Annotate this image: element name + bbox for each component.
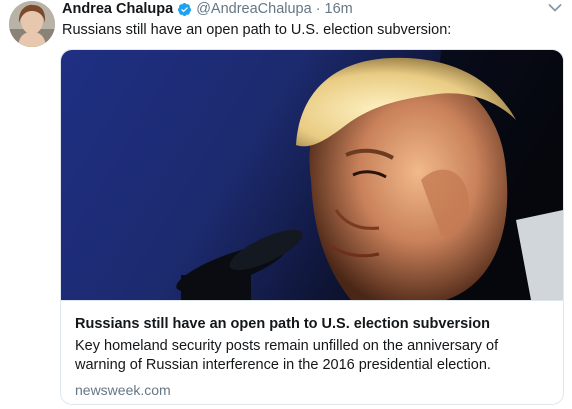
tweet-header: Andrea Chalupa @AndreaChalupa · 16m [62, 0, 353, 18]
author-name[interactable]: Andrea Chalupa [62, 0, 173, 18]
tweet-text: Russians still have an open path to U.S.… [62, 22, 452, 38]
link-card[interactable]: Russians still have an open path to U.S.… [60, 49, 564, 405]
chevron-down-icon[interactable] [548, 3, 562, 13]
card-domain: newsweek.com [75, 382, 171, 398]
card-body: Russians still have an open path to U.S.… [61, 300, 563, 404]
card-title: Russians still have an open path to U.S.… [75, 316, 490, 332]
timestamp[interactable]: 16m [325, 0, 353, 18]
verified-badge-icon [177, 2, 192, 17]
author-handle[interactable]: @AndreaChalupa [196, 0, 312, 18]
separator-dot: · [315, 1, 321, 17]
portrait-photo [61, 50, 563, 300]
avatar-photo [9, 1, 55, 47]
card-description: Key homeland security posts remain unfil… [75, 338, 499, 373]
avatar[interactable] [9, 1, 55, 47]
